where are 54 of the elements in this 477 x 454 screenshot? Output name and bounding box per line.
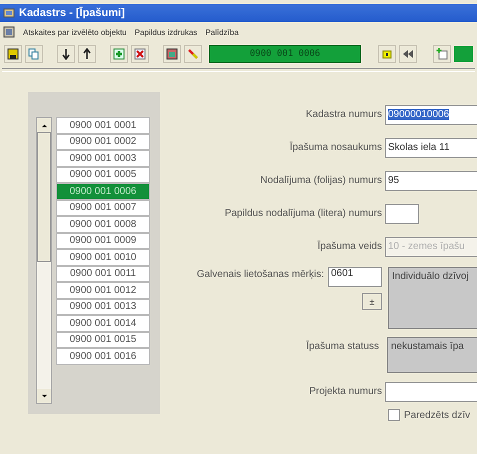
checkbox[interactable]: [388, 409, 400, 421]
status-box: nekustamais īpa: [387, 337, 477, 373]
text-field[interactable]: [385, 382, 477, 402]
field-label: Īpašuma statuss: [305, 340, 380, 352]
field-label: Projekta numurs: [308, 386, 383, 397]
window-title: Kadastrs - [Īpašumi]: [19, 7, 125, 19]
scrollbar[interactable]: [36, 117, 52, 404]
list-item[interactable]: 0900 001 0011: [56, 266, 150, 282]
copy-icon[interactable]: [25, 45, 43, 63]
pen-icon[interactable]: [184, 45, 202, 63]
text-field[interactable]: [385, 204, 419, 224]
delete-record-icon[interactable]: [131, 45, 149, 63]
text-field[interactable]: 09000010006: [385, 104, 477, 124]
list-item[interactable]: 0900 001 0016: [56, 348, 150, 364]
menu-item[interactable]: Atskaites par izvēlēto objektu: [23, 28, 127, 36]
list-item[interactable]: 0900 001 0010: [56, 249, 150, 266]
text-field[interactable]: 95: [385, 170, 477, 190]
lookup-button[interactable]: ±: [362, 293, 382, 310]
menu-item[interactable]: Palīdzība: [205, 28, 239, 36]
field-label: Galvenais lietošanas mērķis:: [196, 268, 325, 280]
list-item[interactable]: 0900 001 0015: [56, 332, 150, 348]
field-label: Īpašuma veids: [316, 241, 383, 252]
window-icon[interactable]: [163, 45, 181, 63]
menu-item[interactable]: Papildus izdrukas: [134, 28, 198, 36]
scroll-down-icon[interactable]: [37, 389, 51, 403]
field-label: Nodalījuma (folijas) numurs: [259, 175, 383, 186]
arrow-down-icon[interactable]: [57, 45, 75, 63]
save-icon[interactable]: [4, 45, 22, 63]
record-number-display: 0900 001 0006: [209, 45, 361, 63]
field-label: Papildus nodalījuma (litera) numurs: [224, 208, 383, 219]
list-item[interactable]: 0900 001 0012: [56, 282, 150, 298]
description-box: Individuālo dzīvoj: [388, 267, 477, 329]
list-item[interactable]: 0900 001 0002: [56, 134, 150, 150]
list-item[interactable]: 0900 001 0013: [56, 298, 150, 315]
list-item[interactable]: 0900 001 0008: [56, 216, 150, 232]
app-icon: [3, 7, 15, 19]
add-record-icon[interactable]: [110, 45, 128, 63]
field-label: Īpašuma nosaukums: [288, 142, 383, 153]
scroll-thumb[interactable]: [37, 132, 51, 262]
text-field[interactable]: Skolas iela 11: [385, 138, 477, 158]
code-field[interactable]: 0601: [328, 267, 382, 287]
rewind-icon[interactable]: [399, 45, 417, 63]
checkbox-label: Paredzēts dzīv: [404, 410, 470, 420]
list-item[interactable]: 0900 001 0009: [56, 232, 150, 249]
arrow-up-icon[interactable]: [78, 45, 96, 63]
list-item[interactable]: 0900 001 0001: [56, 117, 150, 134]
field-label: Kadastra numurs: [304, 109, 383, 120]
new-document-icon[interactable]: [433, 45, 451, 63]
document-icon: [3, 26, 15, 38]
list-item[interactable]: 0900 001 0005: [56, 166, 150, 183]
scroll-up-icon[interactable]: [37, 118, 51, 132]
list-item[interactable]: 0900 001 0014: [56, 315, 150, 332]
list-item[interactable]: 0900 001 0003: [56, 150, 150, 166]
list-item[interactable]: 0900 001 0007: [56, 200, 150, 216]
